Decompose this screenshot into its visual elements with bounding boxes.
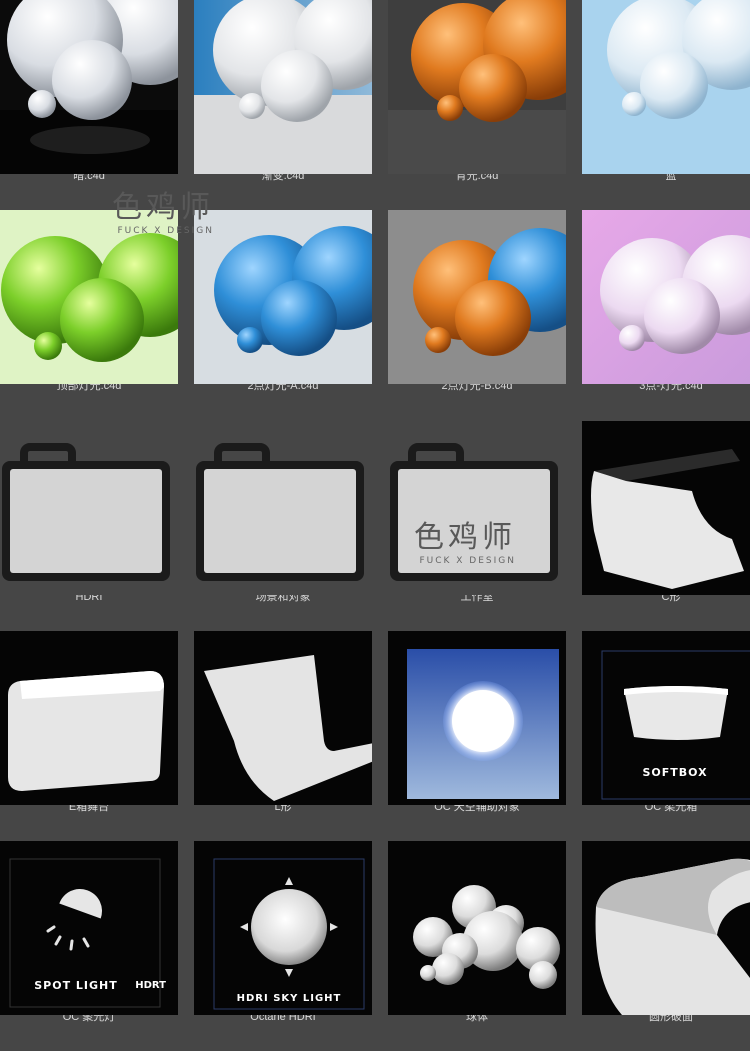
asset-thumb-softbox[interactable]: SOFTBOX: [582, 631, 750, 805]
asset-thumb-box-stage[interactable]: [0, 631, 178, 805]
asset-label: 顶部灯光.c4d: [56, 384, 122, 392]
asset-thumb-blue[interactable]: [582, 0, 750, 174]
round-backdrop: [582, 841, 750, 1015]
spheres-green-render: [0, 210, 178, 384]
asset-label: OC 天空辅助对象: [434, 805, 520, 813]
asset-thumb-dark[interactable]: [0, 0, 178, 174]
hdrt-caption: HDRT: [135, 980, 166, 991]
asset-thumb-sky-helper[interactable]: [388, 631, 566, 805]
asset-label: OC 柔光箱: [644, 805, 698, 813]
asset-label: 蓝: [665, 174, 677, 182]
asset-label: L形: [274, 805, 292, 813]
asset-thumb-three-point[interactable]: [582, 210, 750, 384]
asset-label: Octane HDRI: [250, 1015, 316, 1023]
asset-browser-grid: 暗.c4d 渐变.c4d 背光.c4d 蓝 顶部灯光.c4d 2点灯光-A.c4…: [0, 0, 750, 1023]
asset-thumb-spheres[interactable]: [388, 841, 566, 1015]
asset-label: 场景和对象: [255, 595, 311, 603]
spot-light: SPOT LIGHT HDRT: [0, 841, 178, 1015]
asset-label: 工作室: [460, 595, 494, 603]
hdri-sky-light: HDRI SKY LIGHT: [194, 841, 372, 1015]
asset-label: 3点-灯光.c4d: [639, 384, 703, 392]
asset-thumb-top-light[interactable]: [0, 210, 178, 384]
asset-label: C形: [661, 595, 681, 603]
spheres-pink-render: [582, 210, 750, 384]
spheres-dark-render: [0, 0, 178, 174]
softbox: SOFTBOX: [582, 631, 750, 805]
spheres-gradient-render: [194, 0, 372, 174]
asset-label: 背光.c4d: [455, 174, 499, 182]
asset-label: HDRI: [75, 595, 103, 603]
spheres-orange-two-point-render: [388, 210, 566, 384]
box-stage: [0, 631, 178, 805]
folder-scenes-objects[interactable]: [194, 421, 372, 595]
c-shape-backdrop: [582, 421, 750, 595]
asset-thumb-l-shape[interactable]: [194, 631, 372, 805]
spheres-backlight-render: [388, 0, 566, 174]
asset-thumb-octane-hdri[interactable]: HDRI SKY LIGHT: [194, 841, 372, 1015]
asset-label: OC 聚光灯: [62, 1015, 116, 1023]
asset-thumb-c-shape[interactable]: [582, 421, 750, 595]
asset-thumb-spot-light[interactable]: SPOT LIGHT HDRT: [0, 841, 178, 1015]
spot-light-caption: SPOT LIGHT: [34, 979, 118, 992]
asset-label: 圆形破面: [649, 1015, 693, 1023]
asset-label: 暗.c4d: [73, 174, 105, 182]
asset-thumb-two-point-a[interactable]: [194, 210, 372, 384]
asset-thumb-round-backdrop[interactable]: [582, 841, 750, 1015]
hdri-sky-light-caption: HDRI SKY LIGHT: [237, 993, 342, 1004]
asset-label: 渐变.c4d: [261, 174, 305, 182]
asset-thumb-backlight[interactable]: [388, 0, 566, 174]
asset-label: 2点灯光-B.c4d: [441, 384, 513, 392]
asset-thumb-two-point-b[interactable]: [388, 210, 566, 384]
softbox-caption: SOFTBOX: [642, 766, 707, 779]
l-shape-backdrop: [194, 631, 372, 805]
spheres-cluster: [388, 841, 566, 1015]
spheres-blue-two-point-render: [194, 210, 372, 384]
folder-hdri[interactable]: [0, 421, 178, 595]
asset-label: 2点灯光-A.c4d: [247, 384, 319, 392]
folder-icon: [390, 443, 558, 581]
spheres-blue-render: [582, 0, 750, 174]
asset-label: E箱舞台: [68, 805, 110, 813]
sky-helper: [388, 631, 566, 805]
folder-icon: [196, 443, 364, 581]
asset-thumb-gradient[interactable]: [194, 0, 372, 174]
folder-icon: [2, 443, 170, 581]
asset-label: 球体: [466, 1015, 488, 1023]
folder-studio[interactable]: [388, 421, 566, 595]
